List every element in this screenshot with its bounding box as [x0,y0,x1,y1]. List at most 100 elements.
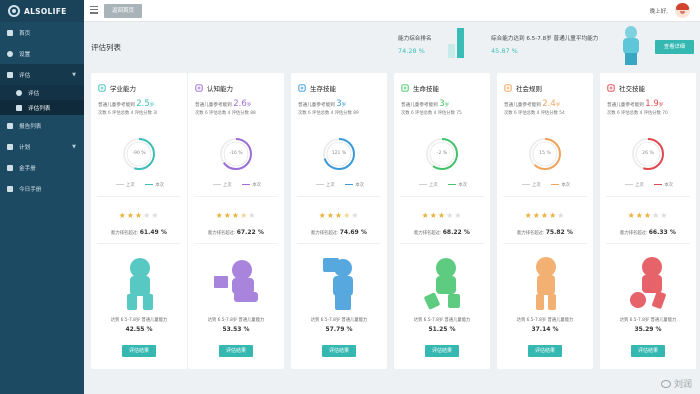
legend-previous: 上次 [126,183,135,188]
legend-swatch-previous [522,183,531,186]
star-icon: ★ [215,211,224,220]
reference-age-unit: 岁 [341,103,347,108]
ranking-score: 能力排名超过: 67.22 % [188,229,284,236]
child-figure-illustration [214,260,258,302]
legend-previous: 上次 [635,183,644,188]
reference-age: 普通儿童参考能到 1.9岁 [607,99,663,109]
legend-swatch-current [448,183,457,186]
sidebar-item-reports[interactable]: 报告列表 [0,115,84,136]
avatar[interactable] [675,3,690,18]
sidebar-item-plan[interactable]: 计划 ▼ [0,136,84,157]
ring-legend: 上次 本次 [394,182,490,188]
legend-swatch-previous [625,183,634,186]
sidebar-item-label: 计划 [19,144,31,151]
reference-age-label: 普通儿童参考能到 [298,103,335,108]
average-value: 45.87 % [491,47,518,55]
legend-swatch-previous [316,183,325,186]
ring-legend: 上次 本次 [497,182,593,188]
star-rating: ★★★★★ [188,211,284,220]
assessment-result-button[interactable]: 评估结果 [528,345,562,357]
logo-text: ALSOLIFE [24,6,67,16]
assessment-result-button[interactable]: 评估结果 [631,345,665,357]
sidebar-nav: 首页 设置 评估 ▼ 评估 评估列表 报告列表 计划 ▼ 金手册 今日手册 [0,22,84,199]
legend-swatch-current [345,183,354,186]
card-title: 社会规则 [504,83,542,93]
sidebar: ALSOLIFE 首页 设置 评估 ▼ 评估 评估列表 报告列表 计划 ▼ 金手… [0,0,84,394]
ranking-score-value: 68.22 % [442,229,470,236]
assessment-stats: 次数 6 评估总数 4 评估分数 3l [98,111,158,116]
star-icon: ★ [643,211,653,220]
logo[interactable]: ALSOLIFE [0,0,84,22]
reach-value: 37.14 % [531,326,559,333]
reference-age: 普通儿童参考能到 2.5岁 [98,99,154,109]
ranking-score-value: 74.69 % [339,229,367,236]
logo-icon [8,5,20,17]
card-title: 生存技能 [298,83,336,93]
star-icon: ★ [231,211,241,220]
ring-legend: 上次 本次 [291,182,387,188]
assessment-result-button[interactable]: 评估结果 [322,345,356,357]
ring-change-value: -2 % [436,151,448,156]
greeting-text: 晚上好, [649,9,668,15]
sidebar-item-label: 金手册 [19,165,36,172]
reach-label: 达到 6.5-7.8岁 普通儿童能力 [207,318,265,323]
star-icon: ★ [627,211,636,220]
back-home-button[interactable]: 返回首页 [104,4,142,18]
brain-icon [195,84,203,92]
star-icon: ★ [635,211,644,220]
book-icon [98,84,106,92]
ability-card: 生命技能 普通儿童参考能到 3岁 次数 6 评估总数 4 评估分数 75 -2 … [394,73,490,369]
sidebar-item-label: 评估列表 [28,105,51,112]
reach-label: 达到 6.5-7.8岁 普通儿童能力 [619,318,677,323]
legend-swatch-previous [213,183,222,186]
legend-current: 本次 [561,183,570,188]
sidebar-item-label: 评估 [28,90,40,97]
rank-value: 74.28 % [398,47,425,55]
ring-legend: 上次 本次 [600,182,696,188]
reference-age-unit: 岁 [444,103,450,108]
reach-value: 35.29 % [634,326,662,333]
ranking-score: 能力排名超过: 66.33 % [600,229,696,236]
reference-age-value: 1.9 [645,99,659,109]
star-icon: ★ [429,211,438,220]
reach-value: 42.55 % [125,326,153,333]
legend-swatch-current [654,183,663,186]
view-detail-button[interactable]: 查看详细 [655,40,694,54]
star-icon: ★ [540,211,550,220]
assessment-result-button[interactable]: 评估结果 [219,345,253,357]
empty-star-icon: ★ [557,211,566,220]
menu-toggle-icon[interactable] [90,6,98,14]
watermark: 刘润 [660,377,692,390]
assessment-result-button[interactable]: 评估结果 [122,345,156,357]
ranking-score: 能力排名超过: 68.22 % [394,229,490,236]
sidebar-item-today-handbook[interactable]: 今日手册 [0,178,84,199]
star-icon: ★ [118,211,127,220]
assessment-stats: 次数 6 评估总数 4 评估分数 89 [298,111,359,116]
reference-age-value: 2.4 [542,99,556,109]
half-star-icon: ★ [240,211,249,220]
sidebar-item-settings[interactable]: 设置 [0,43,84,64]
sidebar-item-home[interactable]: 首页 [0,22,84,43]
legend-swatch-previous [116,183,125,186]
reference-age: 普通儿童参考能到 3岁 [401,99,449,109]
star-rating: ★★★★★ [600,211,696,220]
settings-icon [7,50,13,57]
ranking-score-label: 能力排名超过: [414,231,442,236]
sidebar-item-gold-handbook[interactable]: 金手册 [0,157,84,178]
star-rating: ★★★★★ [91,211,187,220]
ranking-score-label: 能力排名超过: [111,231,139,236]
sidebar-item-assessment-list[interactable]: 评估列表 [0,100,84,115]
assessment-result-button[interactable]: 评估结果 [425,345,459,357]
card-title: 学业能力 [98,83,136,93]
topbar: 返回首页 晚上好, [84,0,700,22]
sidebar-item-assess[interactable]: 评估 [0,85,84,100]
half-star-icon: ★ [343,211,352,220]
reach-label: 达到 6.5-7.8岁 普通儿童能力 [413,318,471,323]
card-title: 认知能力 [195,83,233,93]
house-icon [298,84,306,92]
legend-current: 本次 [664,183,673,188]
star-icon: ★ [437,211,447,220]
sidebar-item-assessment[interactable]: 评估 ▼ [0,64,84,85]
legend-previous: 上次 [532,183,541,188]
reference-age: 普通儿童参考能到 2.4岁 [504,99,560,109]
